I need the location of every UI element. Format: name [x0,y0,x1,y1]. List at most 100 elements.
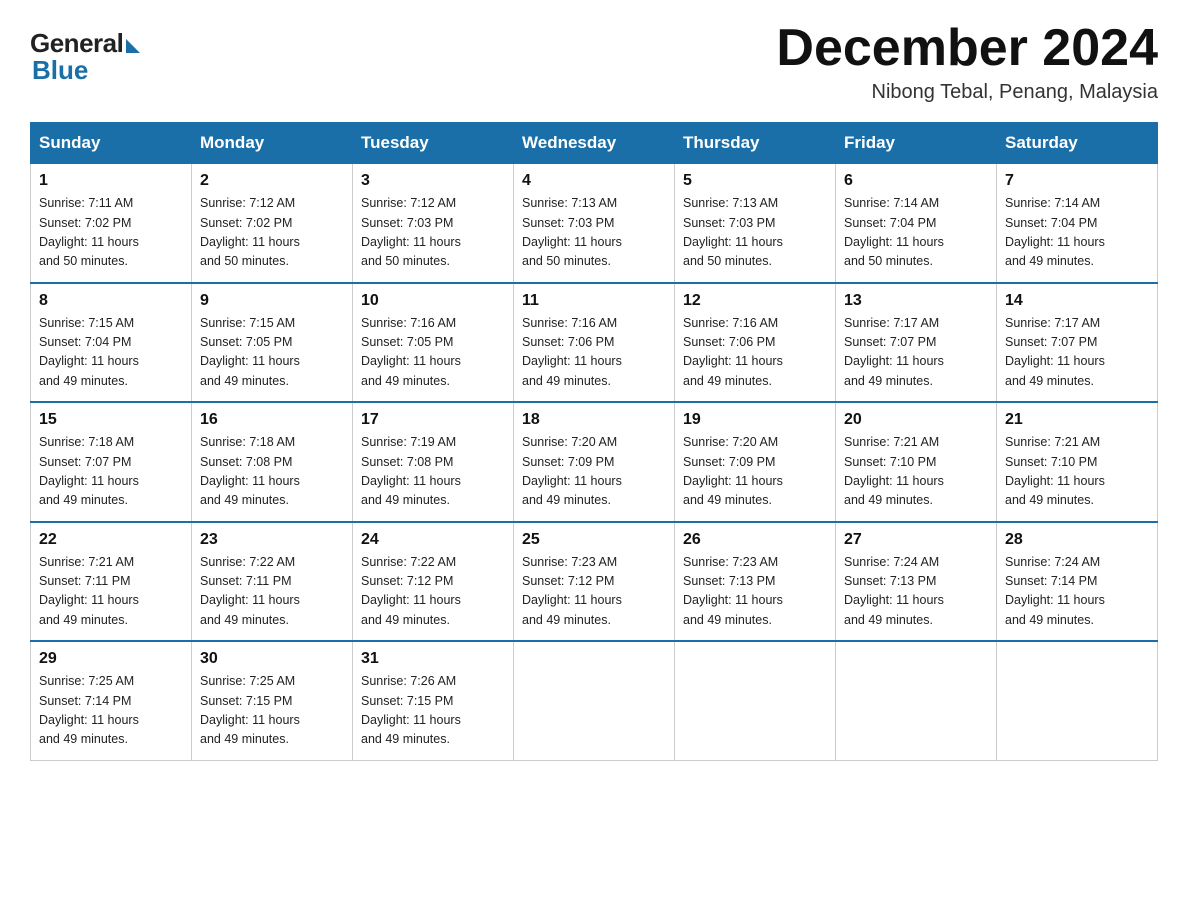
calendar-day-cell: 23 Sunrise: 7:22 AMSunset: 7:11 PMDayligh… [192,522,353,642]
calendar-day-cell: 1 Sunrise: 7:11 AMSunset: 7:02 PMDaylight… [31,164,192,283]
calendar-day-cell: 26 Sunrise: 7:23 AMSunset: 7:13 PMDayligh… [675,522,836,642]
day-info: Sunrise: 7:21 AMSunset: 7:11 PMDaylight:… [39,553,183,631]
day-number: 25 [522,531,666,549]
day-number: 15 [39,411,183,429]
day-info: Sunrise: 7:17 AMSunset: 7:07 PMDaylight:… [1005,314,1149,392]
day-number: 28 [1005,531,1149,549]
calendar-day-cell [997,641,1158,760]
calendar-day-cell: 28Sunrise: 7:24 AMSunset: 7:14 PMDayligh… [997,522,1158,642]
day-number: 19 [683,411,827,429]
day-info: Sunrise: 7:14 AMSunset: 7:04 PMDaylight:… [844,194,988,272]
day-number: 23 [200,531,344,549]
day-info: Sunrise: 7:24 AMSunset: 7:13 PMDaylight:… [844,553,988,631]
day-number: 18 [522,411,666,429]
calendar-day-cell: 27Sunrise: 7:24 AMSunset: 7:13 PMDayligh… [836,522,997,642]
day-info: Sunrise: 7:20 AMSunset: 7:09 PMDaylight:… [522,433,666,511]
day-number: 22 [39,531,183,549]
day-number: 24 [361,531,505,549]
day-number: 26 [683,531,827,549]
weekday-header-monday: Monday [192,123,353,164]
calendar-day-cell: 19 Sunrise: 7:20 AMSunset: 7:09 PMDayligh… [675,402,836,522]
calendar-day-cell: 20 Sunrise: 7:21 AMSunset: 7:10 PMDayligh… [836,402,997,522]
calendar-day-cell: 13 Sunrise: 7:17 AMSunset: 7:07 PMDayligh… [836,283,997,403]
calendar-day-cell [836,641,997,760]
day-info: Sunrise: 7:23 AMSunset: 7:12 PMDaylight:… [522,553,666,631]
day-number: 10 [361,292,505,310]
day-info: Sunrise: 7:19 AMSunset: 7:08 PMDaylight:… [361,433,505,511]
day-info: Sunrise: 7:13 AMSunset: 7:03 PMDaylight:… [522,194,666,272]
day-info: Sunrise: 7:16 AMSunset: 7:06 PMDaylight:… [683,314,827,392]
calendar-day-cell: 24 Sunrise: 7:22 AMSunset: 7:12 PMDayligh… [353,522,514,642]
calendar-day-cell: 17Sunrise: 7:19 AMSunset: 7:08 PMDayligh… [353,402,514,522]
calendar-day-cell: 5Sunrise: 7:13 AMSunset: 7:03 PMDaylight… [675,164,836,283]
day-number: 2 [200,172,344,190]
day-number: 31 [361,650,505,668]
weekday-header-tuesday: Tuesday [353,123,514,164]
weekday-header-thursday: Thursday [675,123,836,164]
day-info: Sunrise: 7:14 AMSunset: 7:04 PMDaylight:… [1005,194,1149,272]
calendar-day-cell: 14 Sunrise: 7:17 AMSunset: 7:07 PMDayligh… [997,283,1158,403]
calendar-day-cell: 12Sunrise: 7:16 AMSunset: 7:06 PMDayligh… [675,283,836,403]
month-title: December 2024 [776,20,1158,77]
weekday-header-wednesday: Wednesday [514,123,675,164]
day-info: Sunrise: 7:26 AMSunset: 7:15 PMDaylight:… [361,672,505,750]
calendar-day-cell: 15 Sunrise: 7:18 AMSunset: 7:07 PMDayligh… [31,402,192,522]
day-number: 14 [1005,292,1149,310]
day-info: Sunrise: 7:12 AMSunset: 7:03 PMDaylight:… [361,194,505,272]
day-number: 1 [39,172,183,190]
day-number: 8 [39,292,183,310]
day-info: Sunrise: 7:18 AMSunset: 7:08 PMDaylight:… [200,433,344,511]
day-info: Sunrise: 7:25 AMSunset: 7:14 PMDaylight:… [39,672,183,750]
page-header: General Blue December 2024 Nibong Tebal,… [30,20,1158,104]
calendar-day-cell: 6Sunrise: 7:14 AMSunset: 7:04 PMDaylight… [836,164,997,283]
calendar-day-cell: 4 Sunrise: 7:13 AMSunset: 7:03 PMDaylight… [514,164,675,283]
day-info: Sunrise: 7:12 AMSunset: 7:02 PMDaylight:… [200,194,344,272]
calendar-day-cell: 3 Sunrise: 7:12 AMSunset: 7:03 PMDaylight… [353,164,514,283]
calendar-day-cell [675,641,836,760]
calendar-day-cell: 22 Sunrise: 7:21 AMSunset: 7:11 PMDayligh… [31,522,192,642]
calendar-day-cell: 30 Sunrise: 7:25 AMSunset: 7:15 PMDayligh… [192,641,353,760]
day-number: 3 [361,172,505,190]
day-info: Sunrise: 7:22 AMSunset: 7:11 PMDaylight:… [200,553,344,631]
day-info: Sunrise: 7:18 AMSunset: 7:07 PMDaylight:… [39,433,183,511]
day-number: 20 [844,411,988,429]
day-info: Sunrise: 7:25 AMSunset: 7:15 PMDaylight:… [200,672,344,750]
day-info: Sunrise: 7:20 AMSunset: 7:09 PMDaylight:… [683,433,827,511]
calendar-day-cell: 8 Sunrise: 7:15 AMSunset: 7:04 PMDaylight… [31,283,192,403]
calendar-day-cell: 11 Sunrise: 7:16 AMSunset: 7:06 PMDayligh… [514,283,675,403]
calendar-week-row: 8 Sunrise: 7:15 AMSunset: 7:04 PMDaylight… [31,283,1158,403]
day-number: 13 [844,292,988,310]
day-info: Sunrise: 7:22 AMSunset: 7:12 PMDaylight:… [361,553,505,631]
weekday-header-sunday: Sunday [31,123,192,164]
weekday-header-saturday: Saturday [997,123,1158,164]
calendar-day-cell: 29 Sunrise: 7:25 AMSunset: 7:14 PMDayligh… [31,641,192,760]
weekday-header-row: SundayMondayTuesdayWednesdayThursdayFrid… [31,123,1158,164]
day-info: Sunrise: 7:21 AMSunset: 7:10 PMDaylight:… [844,433,988,511]
calendar-week-row: 1 Sunrise: 7:11 AMSunset: 7:02 PMDaylight… [31,164,1158,283]
calendar-day-cell: 7 Sunrise: 7:14 AMSunset: 7:04 PMDaylight… [997,164,1158,283]
logo-blue-text: Blue [32,55,88,86]
day-number: 29 [39,650,183,668]
weekday-header-friday: Friday [836,123,997,164]
day-number: 21 [1005,411,1149,429]
day-info: Sunrise: 7:16 AMSunset: 7:06 PMDaylight:… [522,314,666,392]
calendar-day-cell: 16Sunrise: 7:18 AMSunset: 7:08 PMDayligh… [192,402,353,522]
calendar-day-cell: 2 Sunrise: 7:12 AMSunset: 7:02 PMDaylight… [192,164,353,283]
calendar-week-row: 15 Sunrise: 7:18 AMSunset: 7:07 PMDayligh… [31,402,1158,522]
day-info: Sunrise: 7:15 AMSunset: 7:04 PMDaylight:… [39,314,183,392]
day-info: Sunrise: 7:17 AMSunset: 7:07 PMDaylight:… [844,314,988,392]
day-info: Sunrise: 7:23 AMSunset: 7:13 PMDaylight:… [683,553,827,631]
calendar-week-row: 22 Sunrise: 7:21 AMSunset: 7:11 PMDayligh… [31,522,1158,642]
day-info: Sunrise: 7:11 AMSunset: 7:02 PMDaylight:… [39,194,183,272]
day-number: 4 [522,172,666,190]
calendar-day-cell [514,641,675,760]
calendar-day-cell: 21Sunrise: 7:21 AMSunset: 7:10 PMDayligh… [997,402,1158,522]
title-area: December 2024 Nibong Tebal, Penang, Mala… [776,20,1158,104]
day-number: 11 [522,292,666,310]
day-info: Sunrise: 7:15 AMSunset: 7:05 PMDaylight:… [200,314,344,392]
day-number: 7 [1005,172,1149,190]
day-number: 30 [200,650,344,668]
calendar-day-cell: 18 Sunrise: 7:20 AMSunset: 7:09 PMDayligh… [514,402,675,522]
calendar-day-cell: 25 Sunrise: 7:23 AMSunset: 7:12 PMDayligh… [514,522,675,642]
day-info: Sunrise: 7:16 AMSunset: 7:05 PMDaylight:… [361,314,505,392]
